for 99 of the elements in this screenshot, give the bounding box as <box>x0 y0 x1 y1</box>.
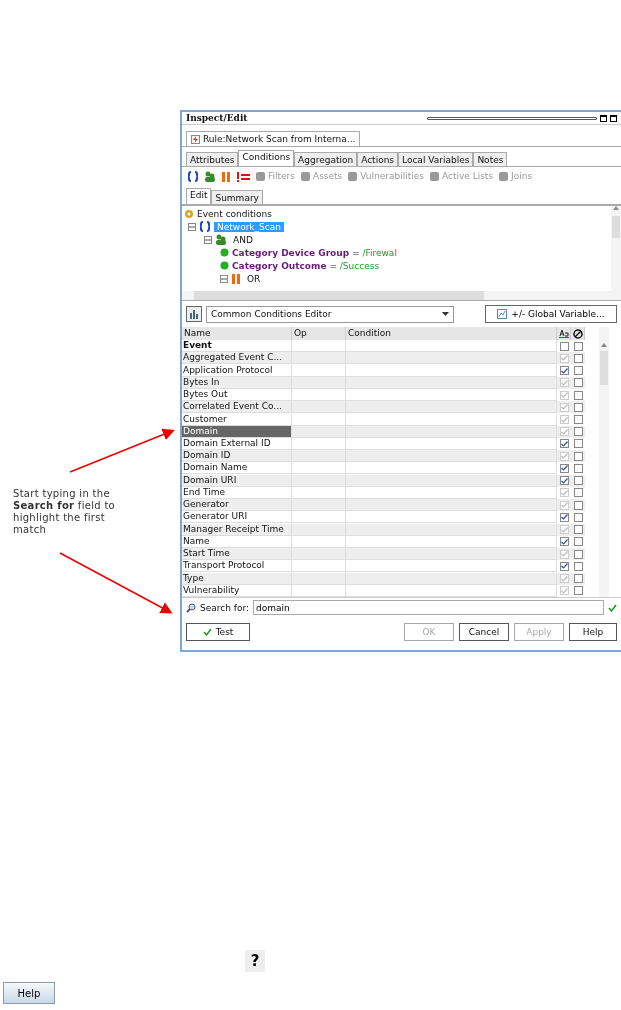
table-cell[interactable]: Event <box>182 340 292 353</box>
checkbox[interactable] <box>559 366 569 376</box>
not-equal-icon <box>236 170 250 182</box>
table-cell <box>292 523 346 536</box>
column-header: Condition <box>346 327 557 340</box>
gear-icon <box>184 208 194 219</box>
table-cell[interactable]: Application Protocol <box>182 364 292 377</box>
scroll-thumb[interactable] <box>612 216 620 238</box>
tool-icon <box>347 170 359 182</box>
scroll-thumb[interactable] <box>600 351 608 385</box>
table-cell <box>292 352 346 365</box>
search-field[interactable]: domain <box>253 600 604 615</box>
collapse-icon[interactable] <box>204 235 212 244</box>
bars-icon <box>221 170 231 182</box>
column-header: Op <box>292 327 346 340</box>
table-cell <box>292 548 346 561</box>
braces-icon <box>187 170 199 182</box>
table-cell <box>292 413 346 426</box>
status-dot-icon <box>220 248 229 257</box>
people-icon <box>215 234 227 245</box>
window-title: Inspect/Edit <box>186 113 248 123</box>
tab[interactable]: Summary <box>211 190 263 204</box>
help-button[interactable]: Help <box>3 982 55 1004</box>
checkbox[interactable] <box>573 561 583 571</box>
checkbox[interactable] <box>573 476 583 486</box>
tool-icon <box>255 170 266 182</box>
tab[interactable]: Local Variables <box>398 152 474 166</box>
table-cell <box>292 499 346 512</box>
collapse-icon[interactable] <box>220 274 228 283</box>
dialog-button[interactable]: Cancel <box>459 623 509 641</box>
condition-text: Category Device Group = /Firewal <box>232 247 397 258</box>
tab[interactable]: Conditions <box>238 150 295 166</box>
tree-root-label: Event conditions <box>197 208 272 219</box>
status-dot-icon <box>220 261 229 270</box>
checkbox[interactable] <box>573 366 583 376</box>
checkbox[interactable] <box>573 439 583 449</box>
checkbox[interactable] <box>559 476 569 486</box>
table-cell <box>292 450 346 463</box>
table-cell <box>292 389 346 402</box>
checkbox[interactable] <box>559 341 569 351</box>
case-icon <box>557 327 571 340</box>
checkbox[interactable] <box>573 512 583 522</box>
caret-icon <box>442 312 449 316</box>
tool-icon <box>428 170 440 182</box>
lightning-icon <box>191 134 200 144</box>
check-icon <box>608 603 617 612</box>
collapse-icon[interactable] <box>188 222 196 231</box>
search-icon <box>186 602 196 613</box>
tab[interactable]: Actions <box>357 152 399 166</box>
checkbox[interactable] <box>559 537 569 547</box>
chart-icon[interactable] <box>186 306 202 322</box>
tool-icon <box>300 170 311 182</box>
checkbox[interactable] <box>559 439 569 449</box>
table-cell[interactable]: Domain URI <box>182 474 292 487</box>
table-cell <box>292 401 346 414</box>
check-icon <box>202 628 212 636</box>
dialog-button[interactable]: Help <box>569 623 617 641</box>
bars-icon <box>231 273 241 284</box>
column-header: Name <box>182 327 292 340</box>
people-icon <box>204 170 216 182</box>
table-cell <box>292 340 346 353</box>
tree-node[interactable]: OR <box>244 273 264 284</box>
restore-icon[interactable] <box>610 114 617 122</box>
tab[interactable]: Attributes <box>186 152 239 166</box>
table-cell <box>292 511 346 524</box>
tool-icon <box>498 170 510 182</box>
checkbox[interactable] <box>559 512 569 522</box>
scroll-up-icon[interactable] <box>601 343 607 347</box>
table-cell[interactable]: Transport Protocol <box>182 560 292 573</box>
checkbox[interactable] <box>573 341 583 351</box>
checkbox[interactable] <box>559 561 569 571</box>
prohibited-icon <box>571 327 585 340</box>
checkbox[interactable] <box>559 463 569 473</box>
editor-dropdown[interactable]: Common Conditions Editor <box>206 305 454 323</box>
table-cell[interactable]: Domain Name <box>182 462 292 475</box>
tab[interactable]: Edit <box>186 188 212 204</box>
table-cell <box>292 572 346 585</box>
table-cell <box>292 462 346 475</box>
global-variable-button[interactable]: +/- Global Variable... <box>485 305 617 323</box>
dialog-button[interactable]: Test <box>186 623 250 641</box>
braces-icon <box>199 221 211 232</box>
table-cell <box>292 364 346 377</box>
help-icon[interactable]: ? <box>245 950 265 972</box>
table-cell <box>292 474 346 487</box>
table-cell[interactable]: Generator URI <box>182 511 292 524</box>
tab[interactable]: Notes <box>473 152 508 166</box>
tree-node[interactable]: AND <box>230 234 256 245</box>
chart-icon <box>497 309 508 319</box>
search-label: Search for: <box>200 602 250 613</box>
scroll-thumb[interactable] <box>194 291 484 300</box>
checkbox[interactable] <box>573 463 583 473</box>
tab[interactable]: Aggregation <box>294 152 358 166</box>
document-tab[interactable]: Rule:Network Scan from Interna... <box>186 131 361 146</box>
scroll-up-icon[interactable] <box>613 206 619 210</box>
maximize-icon[interactable] <box>600 114 607 122</box>
annotation-text: Start typing in the Search for field to highlight the first match <box>13 488 117 536</box>
table-cell <box>292 560 346 573</box>
condition-text: Category Outcome = /Success <box>232 260 380 271</box>
checkbox[interactable] <box>573 537 583 547</box>
